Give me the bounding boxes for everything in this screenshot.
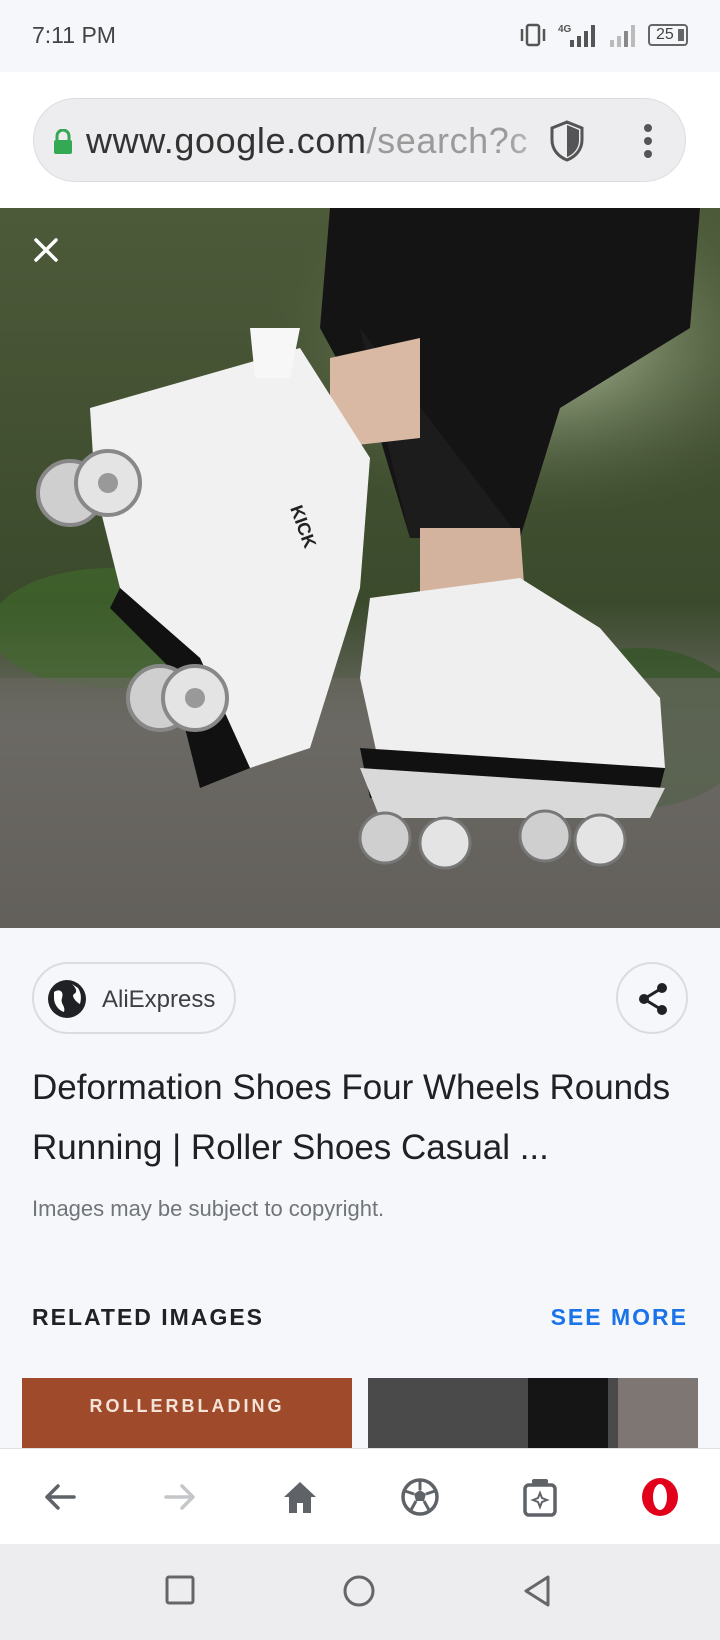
roller-shoes-photo: KICK [0,208,720,928]
forward-icon[interactable] [160,1477,200,1517]
see-more-link[interactable]: SEE MORE [551,1304,688,1331]
opera-icon[interactable] [640,1477,680,1517]
result-title[interactable]: Deformation Shoes Four Wheels Rounds Run… [32,1058,692,1178]
share-icon [639,983,667,1015]
status-time: 7:11 PM [32,22,116,48]
status-bar: 7:11 PM 4G 25 [0,0,720,72]
soccer-ball-icon[interactable] [400,1477,440,1517]
related-thumbnail[interactable]: ROLLERBLADING [22,1378,352,1448]
related-images-heading: RELATED IMAGES [32,1304,265,1330]
address-bar[interactable]: www.google.com/search?c [33,98,686,182]
home-icon[interactable] [280,1477,320,1517]
url-text[interactable]: www.google.com/search?c [86,119,566,163]
back-icon[interactable] [40,1477,80,1517]
home-circle-icon[interactable] [342,1574,376,1608]
more-vert-icon[interactable] [642,123,654,159]
battery-level: 25 [656,26,674,43]
browser-toolbar: www.google.com/search?c [0,72,720,208]
url-domain: www.google.com [86,120,367,161]
shield-icon[interactable] [548,119,586,163]
status-icons: 4G 25 [518,22,688,48]
share-button[interactable] [616,962,688,1034]
thumbnail-photo [368,1378,698,1448]
battery-icon: 25 [648,24,688,46]
close-icon[interactable] [26,230,66,270]
thumbnail-caption: ROLLERBLADING [89,1396,285,1416]
preview-image[interactable]: KICK [0,208,720,928]
copyright-note: Images may be subject to copyright. [32,1196,385,1221]
related-thumbnail[interactable] [368,1378,698,1448]
globe-icon [48,980,86,1018]
source-chip[interactable]: AliExpress [32,962,236,1034]
signal-weak-icon [610,25,635,47]
source-name: AliExpress [102,986,216,1013]
tabs-icon[interactable] [520,1477,560,1517]
vibrate-icon [520,23,546,47]
signal-4g-icon: 4G [558,24,595,47]
back-triangle-icon[interactable] [522,1574,552,1608]
browser-bottom-bar [0,1448,720,1544]
recents-icon[interactable] [164,1574,196,1606]
system-navigation-bar [0,1544,720,1640]
network-label: 4G [558,24,572,35]
lock-icon [54,129,72,154]
